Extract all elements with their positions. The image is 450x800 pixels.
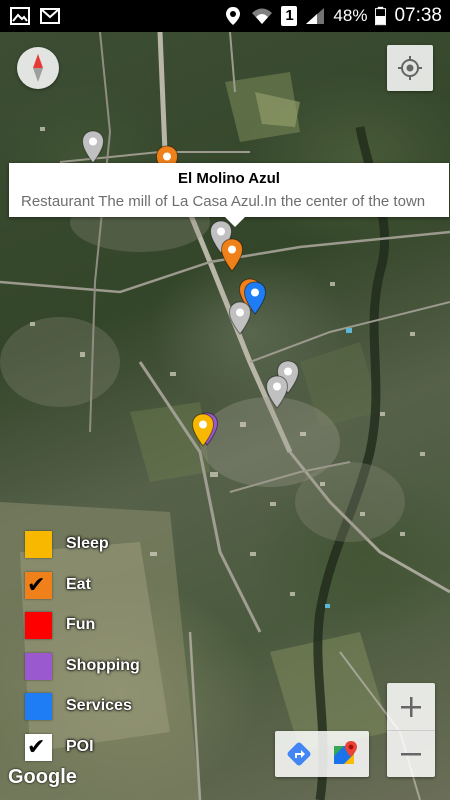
compass-icon (33, 54, 43, 82)
legend-label: Services (66, 697, 132, 714)
zoom-in-icon (401, 696, 421, 717)
info-window-title: El Molino Azul (178, 170, 280, 187)
battery-icon (375, 6, 387, 26)
signal-icon (306, 8, 325, 24)
zoom-controls (387, 683, 435, 777)
compass-button[interactable] (17, 47, 59, 89)
image-icon (10, 7, 30, 25)
legend-checkbox[interactable]: ✔ (25, 571, 52, 599)
zoom-in-button[interactable] (387, 684, 435, 731)
map-marker-sleep[interactable] (191, 413, 215, 447)
legend-label: POI (66, 737, 94, 755)
zoom-out-icon (401, 752, 421, 755)
map-marker-poi[interactable] (265, 375, 289, 409)
sim-icon: 1 (281, 6, 298, 26)
marker-pin-icon (81, 130, 105, 164)
map-marker-poi[interactable] (81, 130, 105, 164)
wifi-icon (252, 8, 273, 24)
marker-pin-icon (228, 301, 252, 335)
legend-checkbox[interactable] (25, 531, 52, 558)
legend-label: Eat (66, 575, 91, 593)
open-google-maps-button[interactable] (324, 732, 368, 776)
battery-percent: 48% (333, 6, 368, 25)
marker-pin-icon (191, 413, 215, 447)
sim-slot-number: 1 (285, 7, 294, 24)
gmail-icon (40, 8, 60, 24)
marker-pin-icon (220, 238, 244, 272)
legend-label: Fun (66, 616, 96, 633)
google-attribution: Google (8, 766, 77, 788)
location-icon (226, 7, 241, 25)
google-maps-icon (333, 741, 357, 764)
info-window-snippet: Restaurant The mill of La Casa Azul.In t… (21, 193, 426, 210)
checkmark-icon: ✔ (27, 733, 46, 759)
zoom-out-button[interactable] (387, 731, 435, 777)
satellite-map[interactable] (0, 32, 450, 800)
legend-checkbox[interactable] (25, 652, 52, 680)
legend-label: Shopping (66, 656, 140, 674)
map-toolbar (275, 731, 369, 777)
my-location-button[interactable] (387, 45, 433, 91)
marker-pin-icon (265, 375, 289, 409)
map-marker-eat[interactable] (220, 238, 244, 272)
my-location-icon (398, 56, 422, 80)
legend-label: Sleep (66, 535, 109, 552)
legend-checkbox[interactable] (25, 693, 52, 720)
clock: 07:38 (394, 5, 442, 26)
status-bar: 1 48% 07:38 (0, 0, 450, 32)
map-terrain (0, 32, 450, 800)
map-marker-poi[interactable] (228, 301, 252, 335)
directions-icon (287, 742, 310, 766)
checkmark-icon: ✔ (27, 571, 46, 597)
legend-checkbox[interactable]: ✔ (25, 733, 52, 761)
legend-checkbox[interactable] (25, 612, 52, 639)
directions-button[interactable] (277, 732, 321, 776)
marker-info-window[interactable]: El Molino Azul Restaurant The mill of La… (9, 163, 449, 227)
